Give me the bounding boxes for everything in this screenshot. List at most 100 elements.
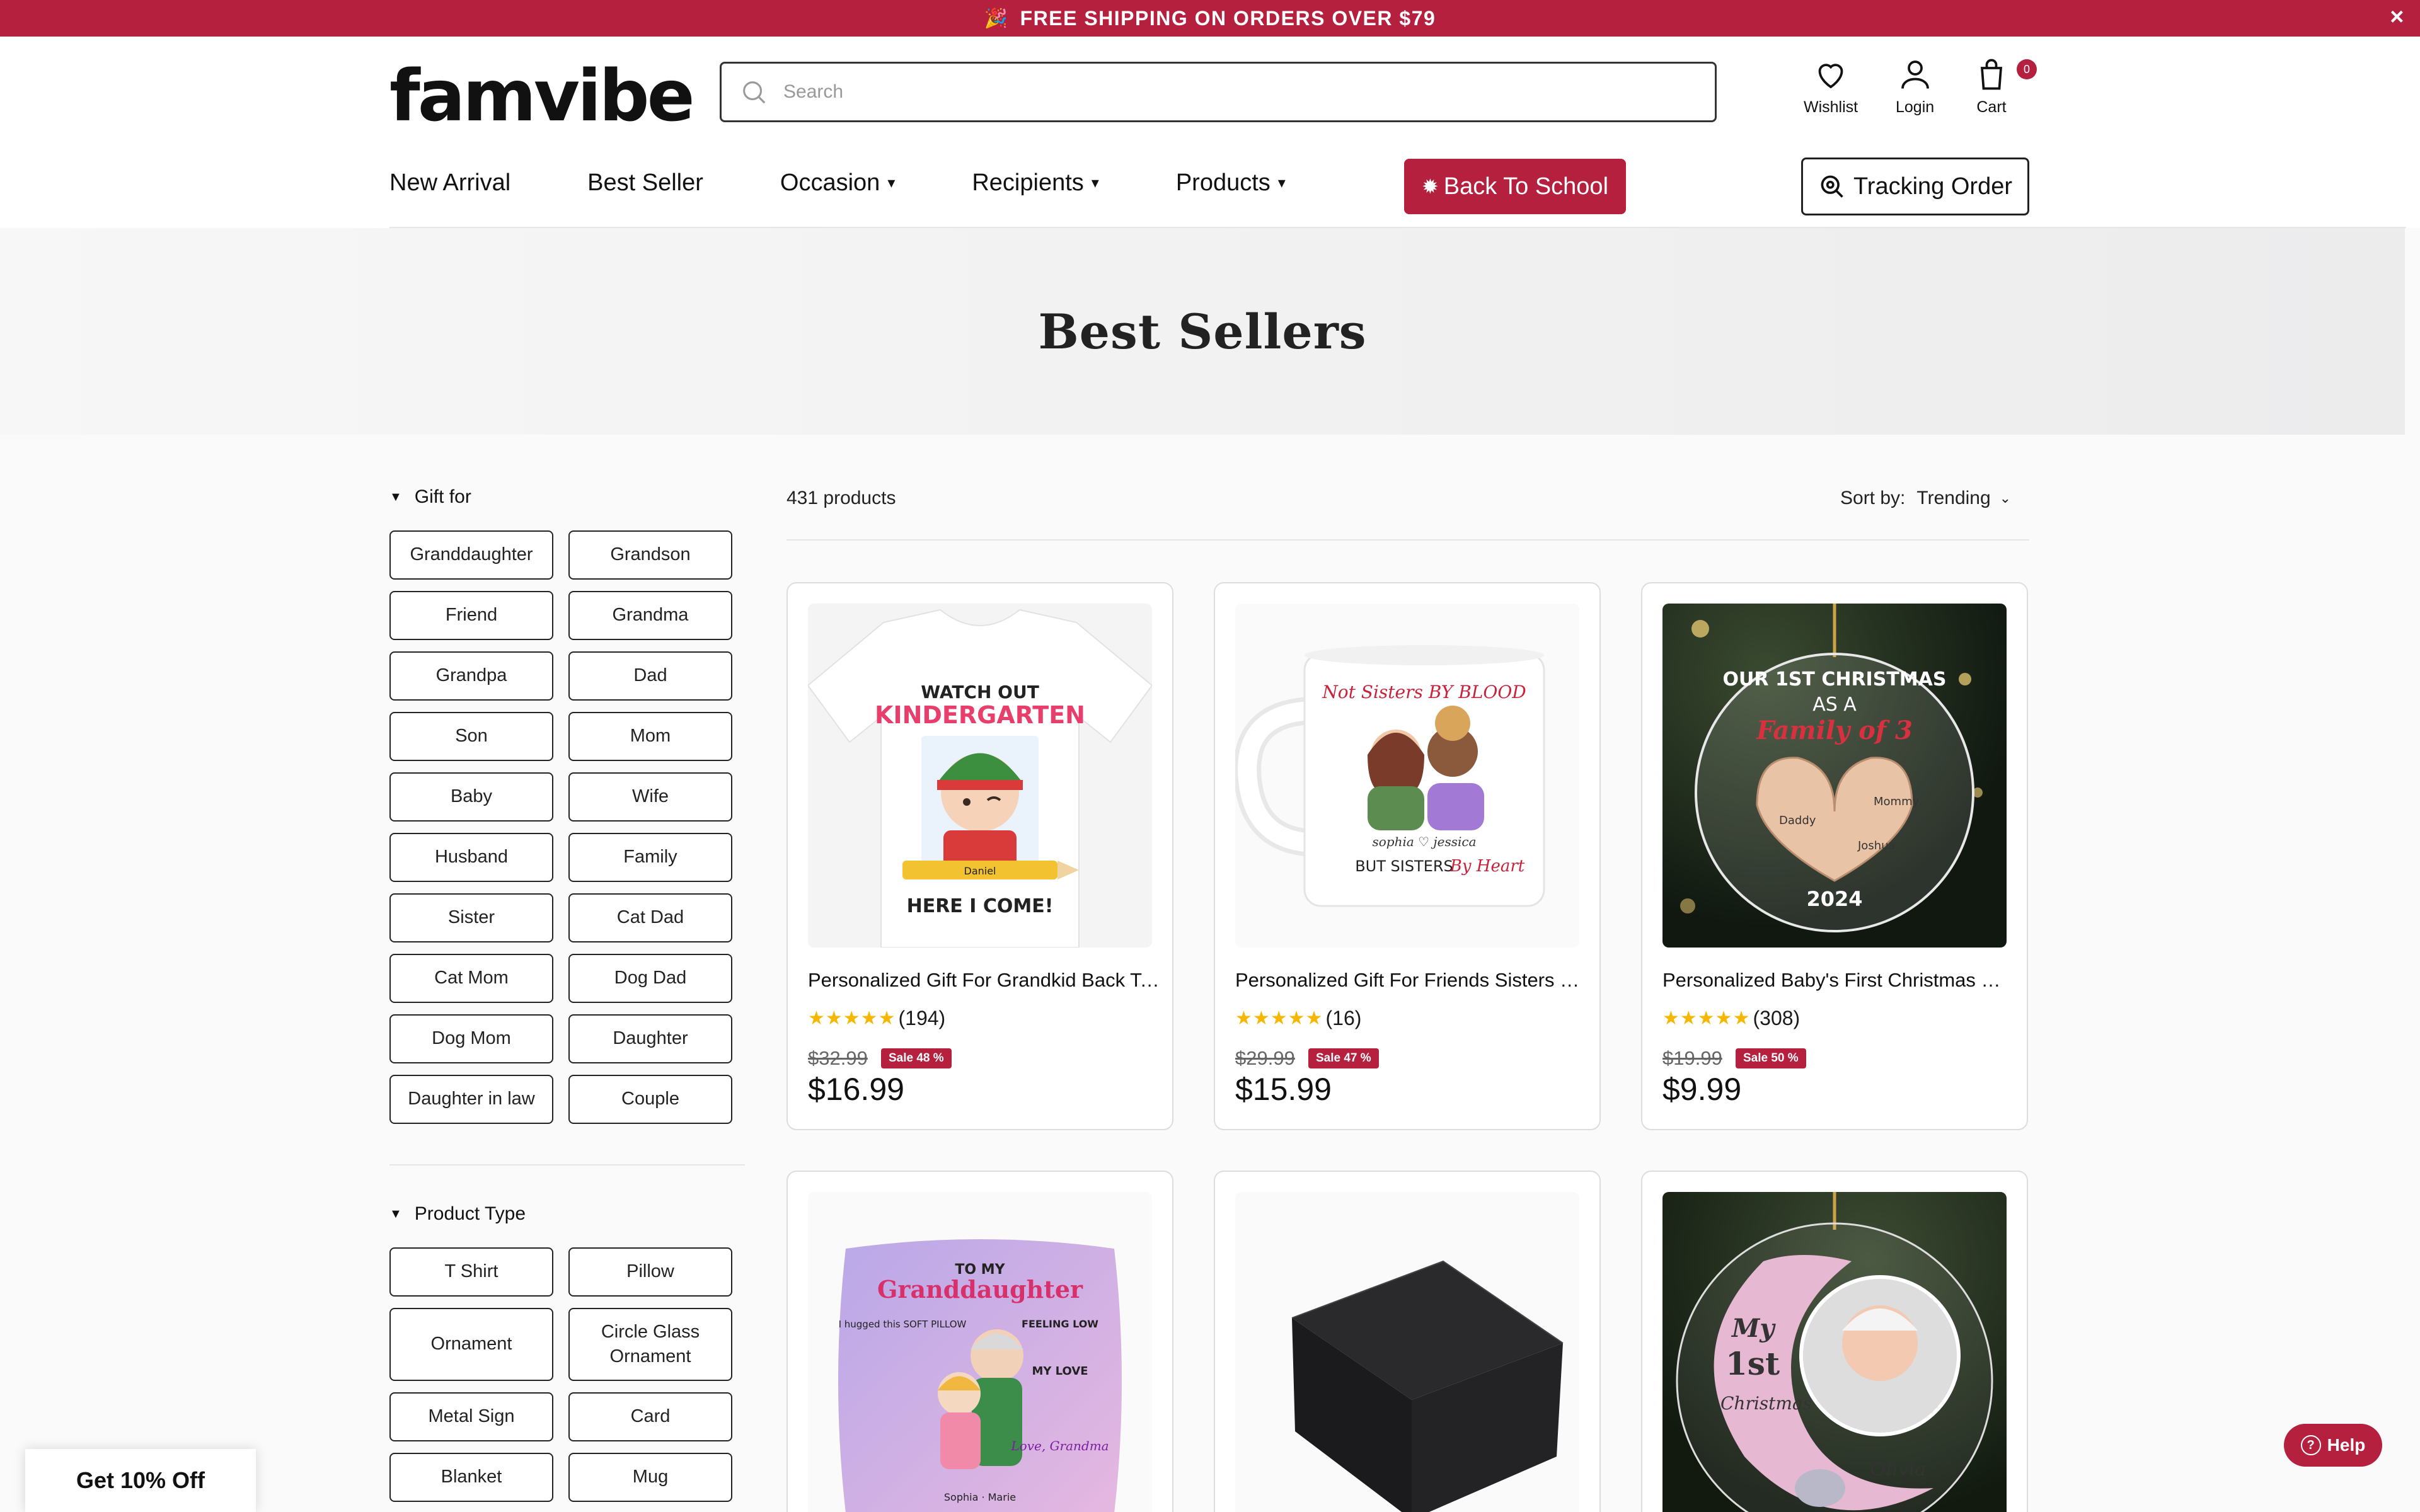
product-image-gift-box[interactable] — [1235, 1192, 1579, 1512]
chip-sister[interactable]: Sister — [389, 893, 553, 942]
ornament-art-name2: Mommy — [1874, 795, 1920, 808]
tracking-order-label: Tracking Order — [1853, 173, 2012, 200]
chip-metal-sign[interactable]: Metal Sign — [389, 1392, 553, 1441]
product-image-moon-ornament[interactable]: My 1st Christmas Olivia — [1662, 1192, 2007, 1512]
collection-banner: Best Sellers — [0, 228, 2405, 435]
chip-card[interactable]: Card — [568, 1392, 732, 1441]
wishlist-label: Wishlist — [1804, 98, 1858, 116]
sale-badge: Sale 47 % — [1308, 1048, 1379, 1068]
product-card[interactable]: OUR 1ST CHRISTMAS AS A Family of 3 Daddy… — [1641, 582, 2028, 1130]
chip-family[interactable]: Family — [568, 833, 732, 882]
help-button[interactable]: ? Help — [2284, 1424, 2382, 1467]
listing-divider — [786, 539, 2029, 541]
nav-products[interactable]: Products ▾ — [1176, 169, 1286, 197]
tshirt-art-name: Daniel — [964, 865, 996, 877]
filter-divider — [389, 1164, 745, 1166]
chip-baby[interactable]: Baby — [389, 772, 553, 822]
sort-dropdown[interactable]: Sort by: Trending ⌄ — [1840, 488, 2011, 509]
product-image-mug[interactable]: Not Sisters BY BLOOD sophia ♡ jessica BU… — [1235, 604, 1579, 948]
product-card[interactable]: TO MY Granddaughter I hugged this SOFT P… — [786, 1171, 1173, 1512]
back-to-school-label: Back To School — [1443, 173, 1609, 200]
star-rating-icon: ★★★★★ — [1235, 1008, 1323, 1029]
help-label: Help — [2327, 1435, 2366, 1455]
tshirt-art-line1: WATCH OUT — [921, 682, 1039, 702]
pillow-art-names: Sophia · Marie — [944, 1491, 1016, 1503]
chip-grandma[interactable]: Grandma — [568, 591, 732, 640]
product-title[interactable]: Personalized Gift For Grandkid Back To S… — [808, 969, 1161, 992]
close-icon[interactable]: × — [2390, 4, 2405, 31]
wishlist-button[interactable]: Wishlist — [1804, 55, 1858, 117]
chip-couple[interactable]: Couple — [568, 1075, 732, 1124]
mug-art-names: sophia ♡ jessica — [1372, 834, 1476, 849]
chip-dog-mom[interactable]: Dog Mom — [389, 1014, 553, 1063]
track-search-icon — [1821, 175, 1843, 198]
moon-art-my: My — [1731, 1314, 1776, 1343]
login-button[interactable]: Login — [1896, 55, 1934, 117]
ornament-art-year: 2024 — [1806, 887, 1862, 911]
product-count: 431 products — [786, 488, 896, 508]
product-rating: ★★★★★ (194) — [808, 1007, 945, 1030]
product-image-pillow[interactable]: TO MY Granddaughter I hugged this SOFT P… — [808, 1192, 1152, 1512]
announcement-text: FREE SHIPPING ON ORDERS OVER $79 — [1020, 6, 1436, 30]
tshirt-art-line3: HERE I COME! — [907, 895, 1054, 917]
filter-gift-for-toggle[interactable]: ▼ Gift for — [389, 486, 471, 508]
product-card[interactable]: Not Sisters BY BLOOD sophia ♡ jessica BU… — [1214, 582, 1601, 1130]
tracking-order-button[interactable]: Tracking Order — [1801, 158, 2029, 215]
triangle-down-icon: ▼ — [389, 490, 402, 504]
user-icon — [1901, 60, 1929, 89]
search-icon — [743, 81, 766, 104]
chip-friend[interactable]: Friend — [389, 591, 553, 640]
search-bar[interactable] — [720, 62, 1717, 122]
nav-best-seller[interactable]: Best Seller — [587, 169, 703, 197]
tshirt-art-line2: KINDERGARTEN — [875, 701, 1085, 729]
product-title[interactable]: Personalized Baby's First Christmas Orna… — [1662, 969, 2015, 992]
chip-ornament[interactable]: Ornament — [389, 1308, 553, 1381]
chip-daughter-in-law[interactable]: Daughter in law — [389, 1075, 553, 1124]
chip-granddaughter[interactable]: Granddaughter — [389, 530, 553, 580]
ornament-art-mid: AS A — [1812, 694, 1857, 716]
chip-cat-mom[interactable]: Cat Mom — [389, 954, 553, 1003]
site-header: famvibe Wishlist Login 0 Cart New Arriva… — [0, 37, 2420, 228]
product-image-ornament[interactable]: OUR 1ST CHRISTMAS AS A Family of 3 Daddy… — [1662, 604, 2007, 948]
product-card[interactable]: My 1st Christmas Olivia — [1641, 1171, 2028, 1512]
mug-art-line1: Not Sisters BY BLOOD — [1322, 682, 1526, 702]
sale-price: $15.99 — [1235, 1072, 1332, 1107]
ornament-art-name3: Joshua — [1857, 839, 1896, 852]
moon-art-name: Olivia — [1870, 1458, 1926, 1480]
chip-blanket[interactable]: Blanket — [389, 1453, 553, 1502]
chip-dog-dad[interactable]: Dog Dad — [568, 954, 732, 1003]
chip-mug[interactable]: Mug — [568, 1453, 732, 1502]
original-price: $32.99 — [808, 1047, 868, 1069]
product-title[interactable]: Personalized Gift For Friends Sisters Mu… — [1235, 969, 1588, 992]
filter-product-type-toggle[interactable]: ▼ Product Type — [389, 1203, 526, 1225]
nav-new-arrival[interactable]: New Arrival — [389, 169, 510, 197]
product-image-tshirt[interactable]: WATCH OUT KINDERGARTEN Daniel HERE I COM… — [808, 604, 1152, 948]
pillow-art-line1: I hugged this SOFT PILLOW — [839, 1319, 967, 1330]
chip-dad[interactable]: Dad — [568, 651, 732, 701]
chevron-down-icon: ⌄ — [1999, 490, 2012, 506]
famvibe-logo[interactable]: famvibe — [389, 57, 695, 135]
chip-t-shirt[interactable]: T Shirt — [389, 1247, 553, 1297]
chip-grandpa[interactable]: Grandpa — [389, 651, 553, 701]
chip-son[interactable]: Son — [389, 712, 553, 761]
chip-circle-glass-ornament[interactable]: Circle Glass Ornament — [568, 1308, 732, 1381]
chip-cat-dad[interactable]: Cat Dad — [568, 893, 732, 942]
back-to-school-button[interactable]: ✹ Back To School — [1404, 159, 1626, 214]
chip-mom[interactable]: Mom — [568, 712, 732, 761]
chip-daughter[interactable]: Daughter — [568, 1014, 732, 1063]
search-input[interactable] — [783, 81, 1666, 103]
chip-husband[interactable]: Husband — [389, 833, 553, 882]
product-card[interactable]: WATCH OUT KINDERGARTEN Daniel HERE I COM… — [786, 582, 1173, 1130]
cart-button[interactable]: 0 Cart — [1973, 55, 2037, 117]
nav-occasion[interactable]: Occasion ▾ — [780, 169, 895, 197]
nav-label: Recipients — [972, 169, 1084, 196]
login-label: Login — [1896, 98, 1935, 116]
get-discount-tab[interactable]: Get 10% Off — [25, 1449, 256, 1512]
product-card[interactable] — [1214, 1171, 1601, 1512]
moon-art-christmas: Christmas — [1720, 1393, 1812, 1414]
chip-grandson[interactable]: Grandson — [568, 530, 732, 580]
product-rating: ★★★★★ (16) — [1235, 1007, 1361, 1030]
chip-wife[interactable]: Wife — [568, 772, 732, 822]
chip-pillow[interactable]: Pillow — [568, 1247, 732, 1297]
nav-recipients[interactable]: Recipients ▾ — [972, 169, 1098, 197]
